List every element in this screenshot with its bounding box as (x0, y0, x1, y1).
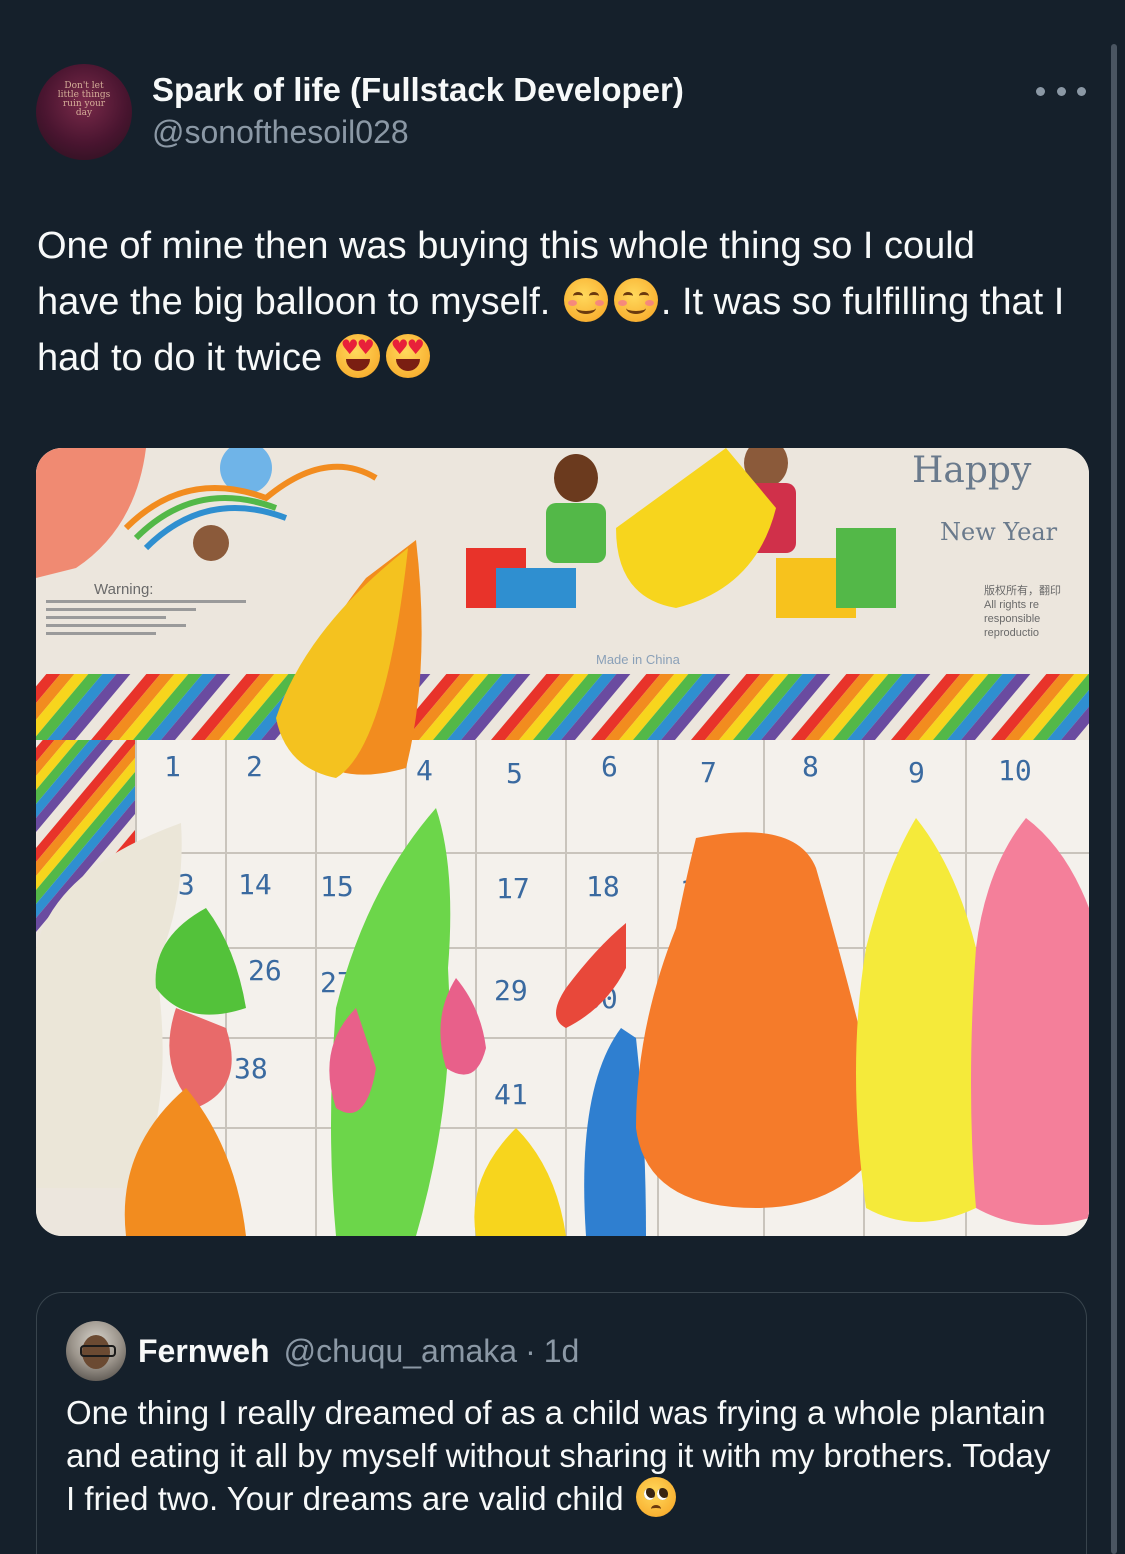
more-dot-icon (1077, 86, 1086, 96)
quoted-text-body: One thing I really dreamed of as a child… (66, 1394, 1051, 1517)
heart-eyes-icon (385, 334, 430, 378)
smiling-face-icon (613, 278, 658, 322)
calendar-number: 4 (416, 754, 433, 787)
author-handle[interactable]: @sonofthesoil028 (152, 110, 684, 154)
quoted-timestamp[interactable]: 1d (544, 1333, 580, 1370)
quoted-tweet[interactable]: Fernweh @chuqu_amaka · 1d One thing I re… (36, 1292, 1087, 1554)
pleading-face-icon (635, 1477, 676, 1517)
heart-eyes-icon (335, 334, 380, 378)
calendar-number: 38 (234, 1052, 268, 1085)
calendar-number: 6 (601, 750, 618, 783)
tweet-photo[interactable]: Warning: Made in China Happy New Year 版权… (36, 448, 1089, 1236)
calendar-number: 15 (320, 870, 354, 903)
scrollbar[interactable] (1111, 44, 1117, 1554)
poster-rights-line-1: 版权所有，翻印 (984, 583, 1061, 597)
child-illustration (193, 525, 229, 561)
tweet-detail-page: Don't let little things ruin your day Sp… (0, 0, 1125, 1554)
rainbow-stripe (36, 674, 1089, 740)
poster-warning-title: Warning: (94, 581, 153, 598)
poster-rights-line-4: reproductio (984, 627, 1039, 639)
quoted-tweet-text: One thing I really dreamed of as a child… (66, 1391, 1056, 1520)
calendar-number: 26 (248, 954, 282, 987)
quoted-author-handle[interactable]: @chuqu_amaka (284, 1333, 518, 1370)
poster-rights-line-2: All rights re (984, 599, 1039, 611)
calendar-number: 41 (494, 1078, 528, 1111)
author-names: Spark of life (Fullstack Developer) @son… (152, 70, 684, 154)
poster-new-year: New Year (940, 518, 1058, 546)
calendar-number: 5 (506, 757, 523, 790)
more-dot-icon (1036, 86, 1045, 96)
smiling-face-icon (563, 278, 608, 322)
calendar-number: 8 (802, 750, 819, 783)
more-dot-icon (1056, 86, 1066, 96)
author-display-name[interactable]: Spark of life (Fullstack Developer) (152, 70, 684, 110)
poster-happy: Happy (912, 450, 1032, 491)
calendar-number: 7 (700, 756, 717, 789)
calendar-number: 9 (908, 756, 925, 789)
calendar-number: 14 (238, 868, 272, 901)
calendar-number: 17 (496, 872, 530, 905)
tweet-text: One of mine then was buying this whole t… (37, 218, 1067, 386)
calendar-number: 1 (164, 750, 181, 783)
poster-made-in: Made in China (596, 652, 681, 667)
quoted-tweet-header: Fernweh @chuqu_amaka · 1d (66, 1321, 579, 1381)
tweet-header: Don't let little things ruin your day Sp… (36, 64, 1086, 164)
kid-illustration (554, 454, 598, 502)
more-options-button[interactable] (1036, 78, 1086, 104)
calendar-number: 29 (494, 974, 528, 1007)
calendar-number: 18 (586, 870, 620, 903)
poster-rights-line-3: responsible (984, 613, 1040, 625)
quoted-author-name[interactable]: Fernweh (138, 1333, 270, 1370)
quoted-author-avatar[interactable] (66, 1321, 126, 1381)
avatar-image-text: Don't let little things ruin your day (57, 81, 111, 118)
calendar-number: 10 (998, 754, 1032, 787)
author-avatar[interactable]: Don't let little things ruin your day (36, 64, 132, 160)
calendar-number: 2 (246, 750, 263, 783)
quoted-separator: · (525, 1332, 536, 1369)
balloon-calendar-photo: Warning: Made in China Happy New Year 版权… (36, 448, 1089, 1236)
